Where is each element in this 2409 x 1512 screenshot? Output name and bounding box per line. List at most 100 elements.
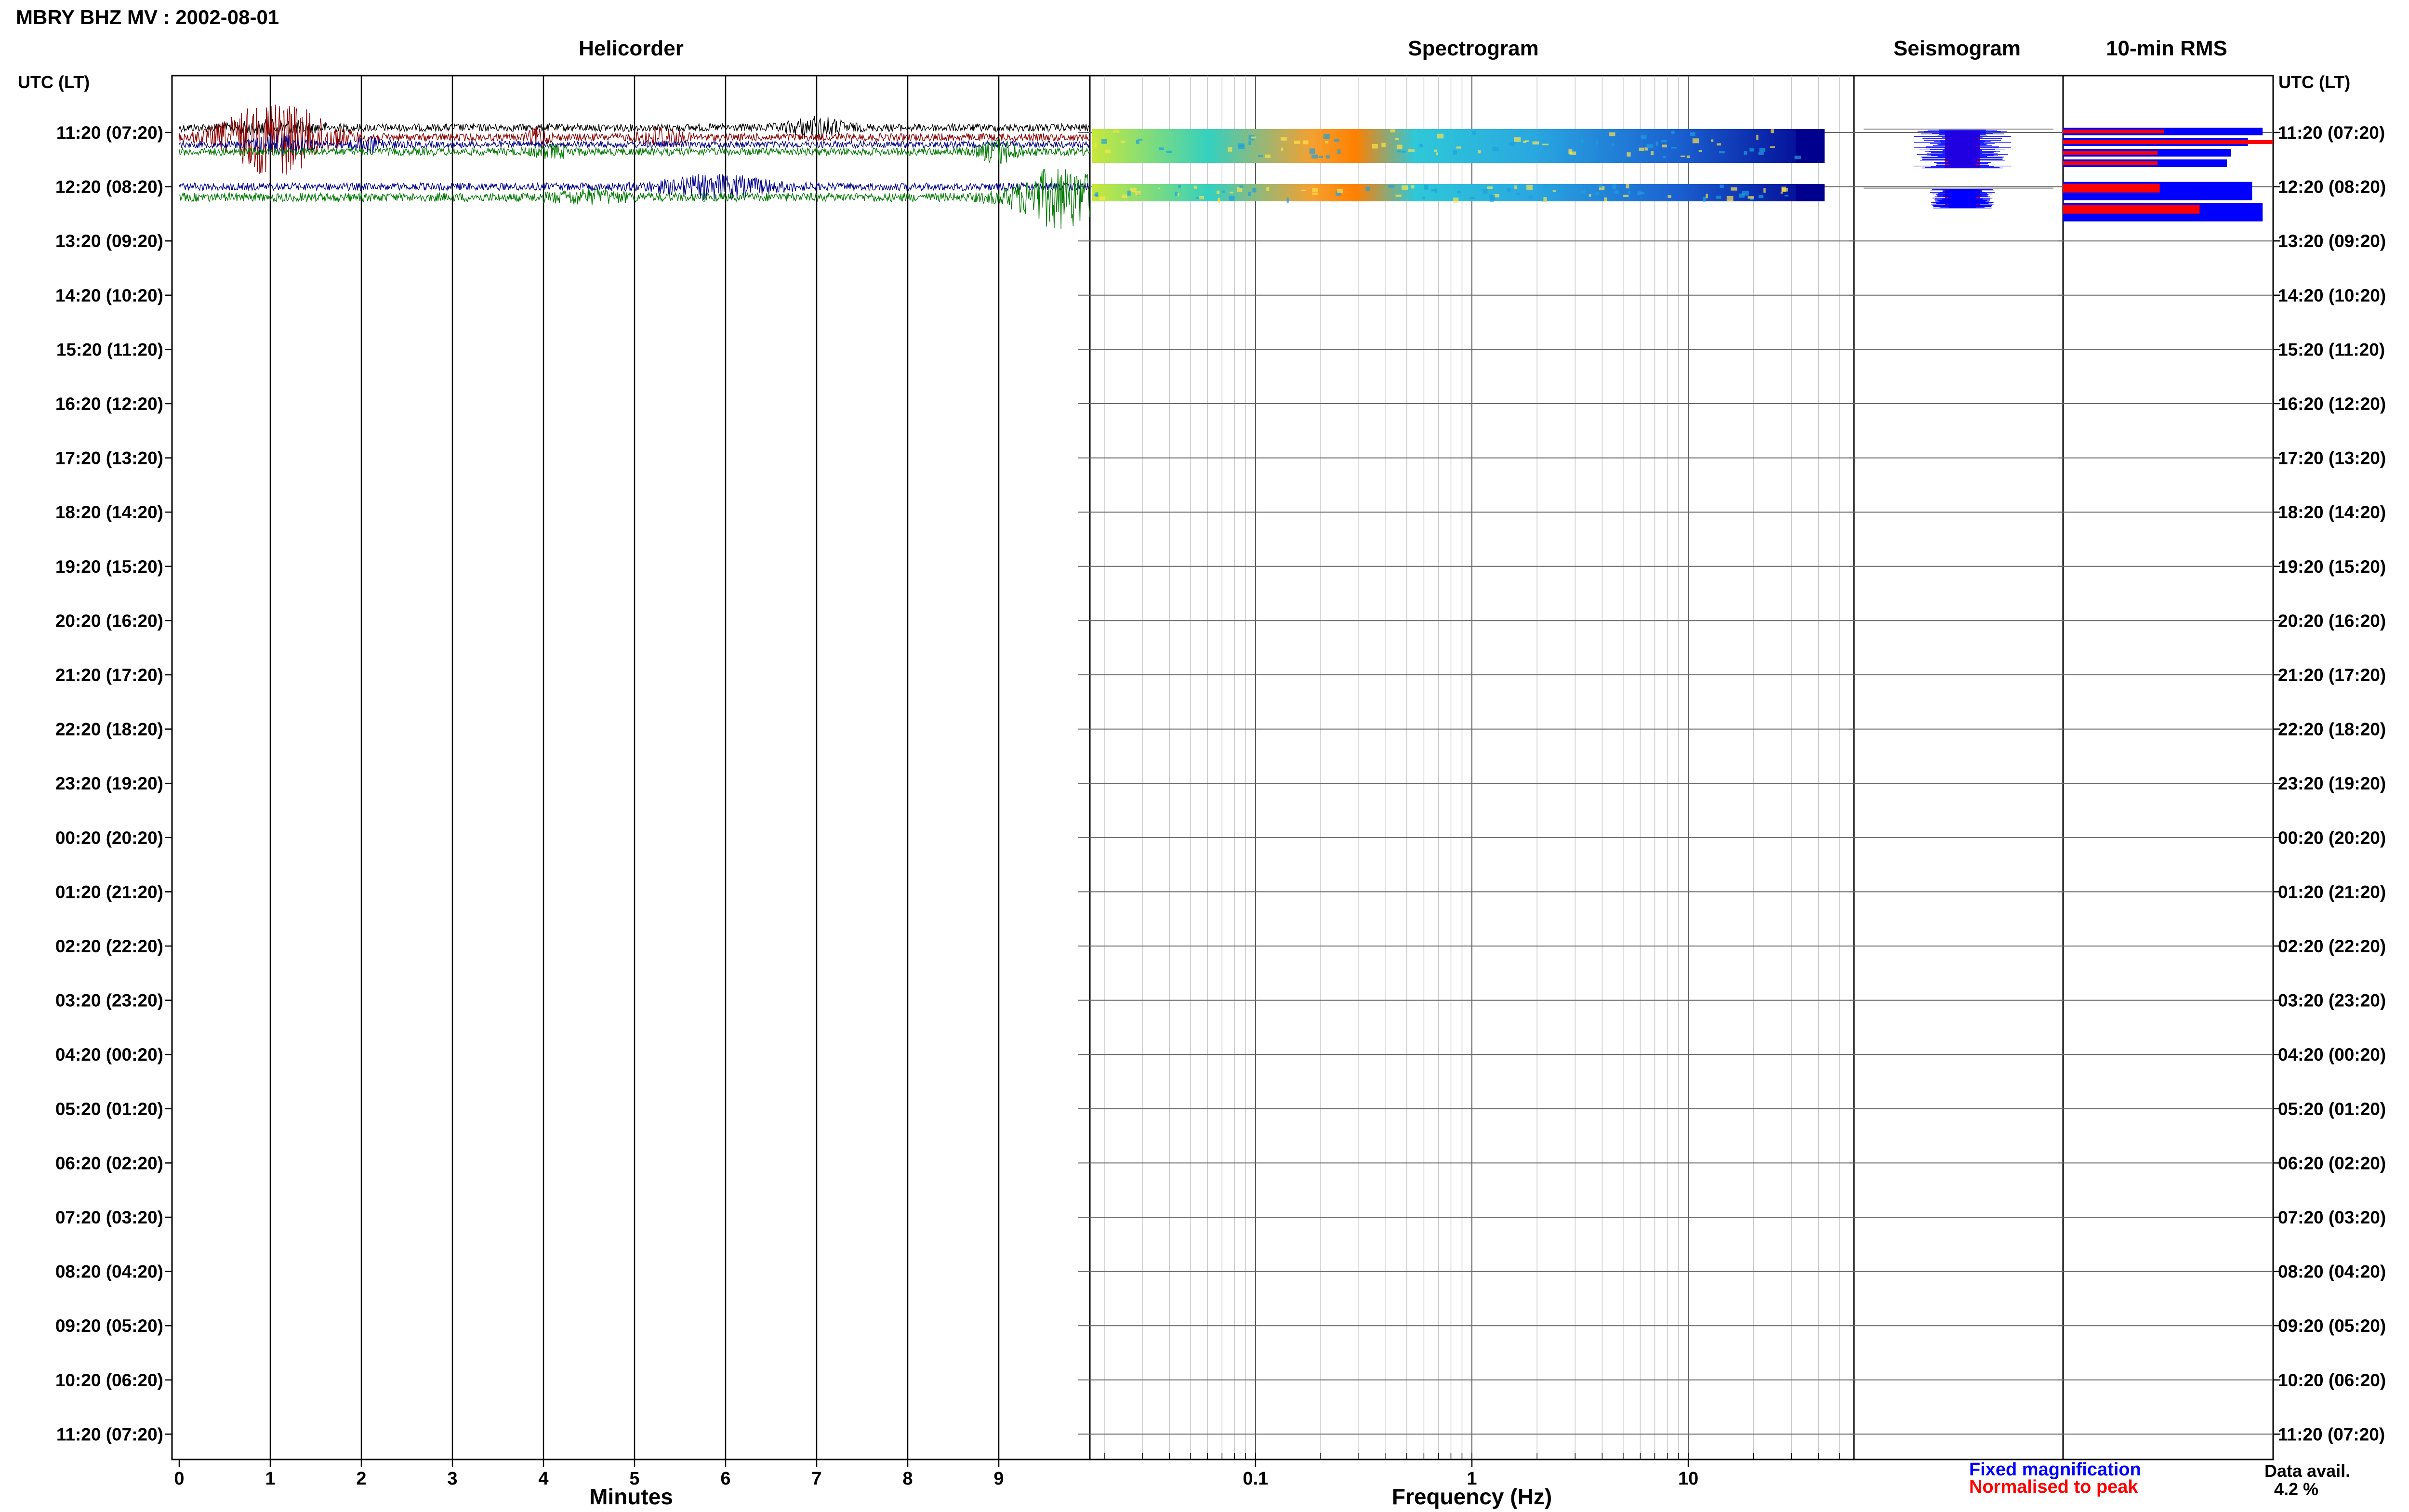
spectrogram-speckle: [1651, 151, 1654, 156]
row-label-left: 04:20 (00:20): [55, 1045, 163, 1065]
row-label-right: 10:20 (06:20): [2278, 1370, 2386, 1390]
spectrogram-speckle: [1257, 155, 1263, 158]
spectrogram-speckle: [1515, 193, 1521, 195]
spectrogram-speckle: [1372, 144, 1378, 149]
row-label-right: 00:20 (20:20): [2278, 828, 2386, 848]
spectrogram-speckle: [1199, 196, 1204, 199]
row-label-right: 11:20 (07:20): [2278, 123, 2385, 143]
spectrogram-speckle: [1543, 184, 1548, 187]
spectrogram-speckle: [1312, 188, 1318, 192]
row-label-left: 17:20 (13:20): [55, 448, 163, 468]
row-label-left: 09:20 (05:20): [55, 1316, 163, 1336]
spectrogram-speckle: [1543, 197, 1547, 202]
spectrogram-speckle: [1230, 191, 1234, 194]
spectrogram-speckle: [1402, 185, 1408, 190]
spectrogram-speckle: [1604, 197, 1607, 202]
spectrogram-speckle: [1703, 197, 1706, 202]
spectrogram-speckle: [1556, 146, 1562, 150]
spectrogram-speckle: [1411, 185, 1415, 189]
seismogram-title: Seismogram: [1893, 37, 2021, 60]
row-label-right: 14:20 (10:20): [2278, 286, 2386, 305]
spectrogram-speckle: [1492, 146, 1499, 151]
spectrogram-speckle: [1453, 150, 1457, 155]
spectrogram-speckle: [1763, 188, 1766, 193]
spectrogram-speckle: [1794, 156, 1801, 159]
spectrogram-speckle: [1337, 189, 1343, 193]
row-label-left: 18:20 (14:20): [55, 502, 163, 522]
spectrogram-speckle: [1698, 150, 1702, 152]
utc-label-left: UTC (LT): [18, 72, 90, 92]
spectrogram-speckle: [1469, 197, 1475, 199]
spectrogram-speckle: [1408, 149, 1415, 152]
spectrogram-speckle: [1323, 133, 1330, 139]
spectrogram-speckle: [1747, 196, 1754, 199]
spectrogram-speckle: [1166, 150, 1172, 154]
spectrogram-speckle: [1609, 132, 1615, 136]
spectrogram-speckle: [1671, 147, 1677, 149]
spectrogram-speckle: [1436, 152, 1438, 156]
spectrogram-speckle: [1175, 192, 1178, 196]
row-label-right: 01:20 (21:20): [2278, 882, 2386, 902]
spectrogram-speckle: [1248, 192, 1251, 197]
row-label-left: 22:20 (18:20): [55, 720, 163, 739]
row-label-right: 05:20 (01:20): [2278, 1099, 2386, 1119]
spectrogram-speckle: [1623, 195, 1629, 197]
spectrogram-speckle: [1726, 196, 1734, 201]
row-label-left: 21:20 (17:20): [55, 665, 163, 685]
spectrogram-speckle: [1771, 129, 1774, 133]
row-label-left: 06:20 (02:20): [55, 1153, 163, 1173]
minute-tick-label: 1: [265, 1469, 275, 1489]
spectrogram-speckle: [1759, 195, 1764, 198]
spectrogram-speckle: [1319, 156, 1324, 158]
spectrogram-strip: [1092, 129, 1825, 163]
spectrogram-speckle: [1265, 154, 1271, 158]
spectrogram-speckle: [1756, 134, 1759, 140]
spectrogram-speckle: [1390, 129, 1395, 132]
spectrogram-speckle: [1526, 184, 1533, 190]
spectrogram-speckle: [1238, 143, 1244, 147]
spectrogram-speckle: [1598, 184, 1602, 188]
spectrogram-speckle: [1627, 152, 1631, 157]
row-label-left: 10:20 (06:20): [55, 1370, 163, 1390]
spectrogram-speckle: [1281, 137, 1287, 141]
spectrogram-speckle: [1758, 152, 1764, 155]
spectrogram-speckle: [1094, 142, 1097, 147]
spectrogram-speckle: [1325, 141, 1329, 144]
spectrogram-speckle: [1301, 189, 1306, 191]
spectrogram-speckle: [1528, 195, 1533, 199]
minute-tick-label: 3: [447, 1469, 457, 1489]
row-label-right: 16:20 (12:20): [2278, 394, 2386, 414]
spectrogram-speckle: [1588, 194, 1591, 197]
spectrogram-speckle: [1668, 195, 1671, 198]
spectrogram-speckle: [1552, 190, 1556, 192]
spectrogram-speckle: [1644, 147, 1648, 151]
spectrogram-speckle: [1626, 184, 1629, 189]
row-label-left: 08:20 (04:20): [55, 1262, 163, 1282]
spectrogram-speckle: [1419, 144, 1423, 147]
spectrogram-speckle: [1662, 156, 1666, 158]
spectrogram-speckle: [1239, 185, 1244, 188]
row-label-left: 07:20 (03:20): [55, 1208, 163, 1227]
spectrogram-speckle: [1193, 185, 1197, 189]
row-label-left: 15:20 (11:20): [56, 340, 163, 359]
row-label-right: 18:20 (14:20): [2278, 502, 2386, 522]
spectrogram-speckle: [1394, 138, 1399, 140]
spectrogram-speckle: [1482, 189, 1488, 194]
spectrogram-speckle: [1770, 146, 1775, 148]
spectrogram-speckle: [1784, 195, 1788, 197]
spectrogram-speckle: [1690, 132, 1695, 136]
spectrogram-speckle: [1487, 186, 1493, 189]
spectrogram-speckle: [1437, 133, 1444, 139]
spectrogram-speckle: [1229, 196, 1235, 201]
spectrogram-speckle: [1135, 191, 1141, 196]
helicorder-frame: [171, 75, 1091, 1460]
row-label-left: 11:20 (07:20): [56, 123, 163, 143]
spectrogram-speckle: [1286, 197, 1289, 203]
spectrogram-speckle: [1523, 141, 1526, 144]
spectrogram-speckle: [1671, 131, 1675, 134]
row-label-right: 13:20 (09:20): [2278, 231, 2386, 251]
row-label-right: 19:20 (15:20): [2278, 557, 2386, 577]
row-label-right: 06:20 (02:20): [2278, 1153, 2386, 1173]
spectrogram-speckle: [1251, 136, 1256, 139]
row-label-right: 12:20 (08:20): [2278, 177, 2386, 197]
